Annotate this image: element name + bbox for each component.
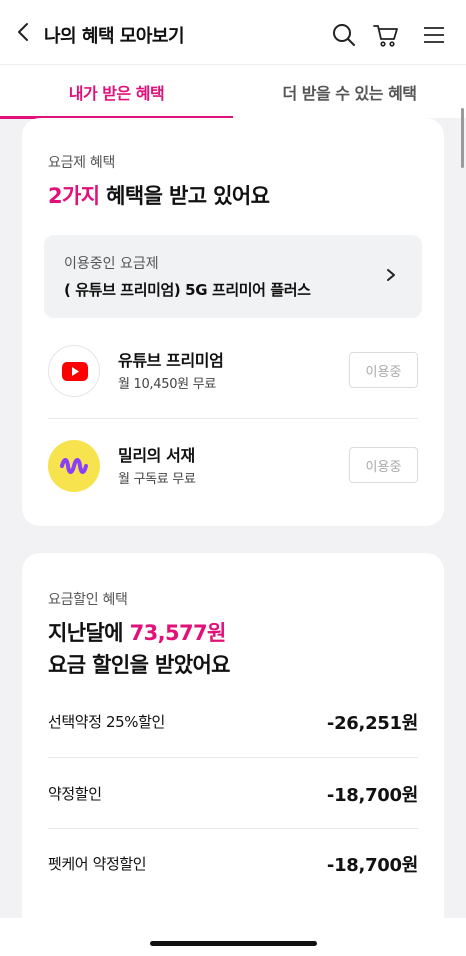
discount-value: -18,700원 (326, 785, 418, 806)
tab-more-benefits[interactable]: 더 받을 수 있는 혜택 (233, 65, 466, 119)
in-use-badge: 이용중 (349, 447, 418, 483)
discount-value: -18,700원 (326, 855, 418, 876)
headline-text: 혜택을 받고 있어요 (99, 184, 270, 208)
discount-benefits-caption: 요금할인 혜택 (48, 592, 128, 608)
divider (48, 828, 418, 829)
discount-benefits-card: 요금할인 혜택 지난달에 73,577원 요금 할인을 받았어요 선택약정 25… (22, 553, 444, 953)
app-bar: 나의 혜택 모아보기 (0, 0, 466, 64)
benefit-name: 밀리의 서재 (118, 446, 195, 465)
search-icon[interactable] (331, 22, 357, 48)
headline-prefix: 지난달에 (48, 621, 130, 645)
discount-row: 펫케어 약정할인 -18,700원 (48, 853, 418, 923)
discount-headline-line1: 지난달에 73,577원 (48, 617, 226, 649)
scrollbar[interactable] (461, 108, 464, 168)
divider (48, 418, 418, 419)
discount-label: 선택약정 25%할인 (48, 713, 165, 731)
current-plan-name: ( 유튜브 프리미엄) 5G 프리미어 플러스 (64, 281, 311, 299)
back-arrow-icon[interactable] (12, 20, 36, 44)
discount-headline-line2: 요금 할인을 받았어요 (48, 653, 231, 677)
chevron-right-icon (387, 269, 395, 281)
current-plan-label: 이용중인 요금제 (64, 256, 159, 272)
discount-row: 약정할인 -18,700원 (48, 783, 418, 853)
discount-label: 펫케어 약정할인 (48, 855, 147, 873)
benefit-item-millie[interactable]: 밀리의 서재 월 구독료 무료 이용중 (48, 440, 418, 510)
discount-value: -26,251원 (326, 713, 418, 734)
benefit-desc: 월 10,450원 무료 (118, 377, 216, 392)
youtube-icon (48, 345, 100, 397)
discount-row: 선택약정 25%할인 -26,251원 (48, 711, 418, 781)
home-indicator[interactable] (150, 941, 317, 946)
discount-amount: 73,577원 (129, 621, 227, 645)
plan-benefits-card: 요금제 혜택 2가지 혜택을 받고 있어요 이용중인 요금제 ( 유튜브 프리미… (22, 118, 444, 526)
cart-icon[interactable] (373, 22, 399, 48)
bottom-safe-area (0, 918, 466, 956)
current-plan-box[interactable]: 이용중인 요금제 ( 유튜브 프리미엄) 5G 프리미어 플러스 (44, 235, 422, 318)
tab-received-benefits[interactable]: 내가 받은 혜택 (0, 65, 233, 119)
benefit-desc: 월 구독료 무료 (118, 472, 196, 487)
plan-benefits-caption: 요금제 혜택 (48, 155, 116, 171)
millie-icon (48, 440, 100, 492)
benefit-count: 2가지 (48, 184, 100, 208)
discount-label: 약정할인 (48, 785, 102, 803)
benefit-name: 유튜브 프리미엄 (118, 351, 224, 370)
page-title: 나의 혜택 모아보기 (44, 26, 185, 47)
in-use-badge: 이용중 (349, 352, 418, 388)
benefit-item-youtube[interactable]: 유튜브 프리미엄 월 10,450원 무료 이용중 (48, 345, 418, 415)
menu-icon[interactable] (422, 22, 448, 48)
divider (48, 757, 418, 758)
plan-benefits-headline: 2가지 혜택을 받고 있어요 (48, 180, 270, 212)
benefit-tabs: 내가 받은 혜택 더 받을 수 있는 혜택 (0, 64, 466, 119)
